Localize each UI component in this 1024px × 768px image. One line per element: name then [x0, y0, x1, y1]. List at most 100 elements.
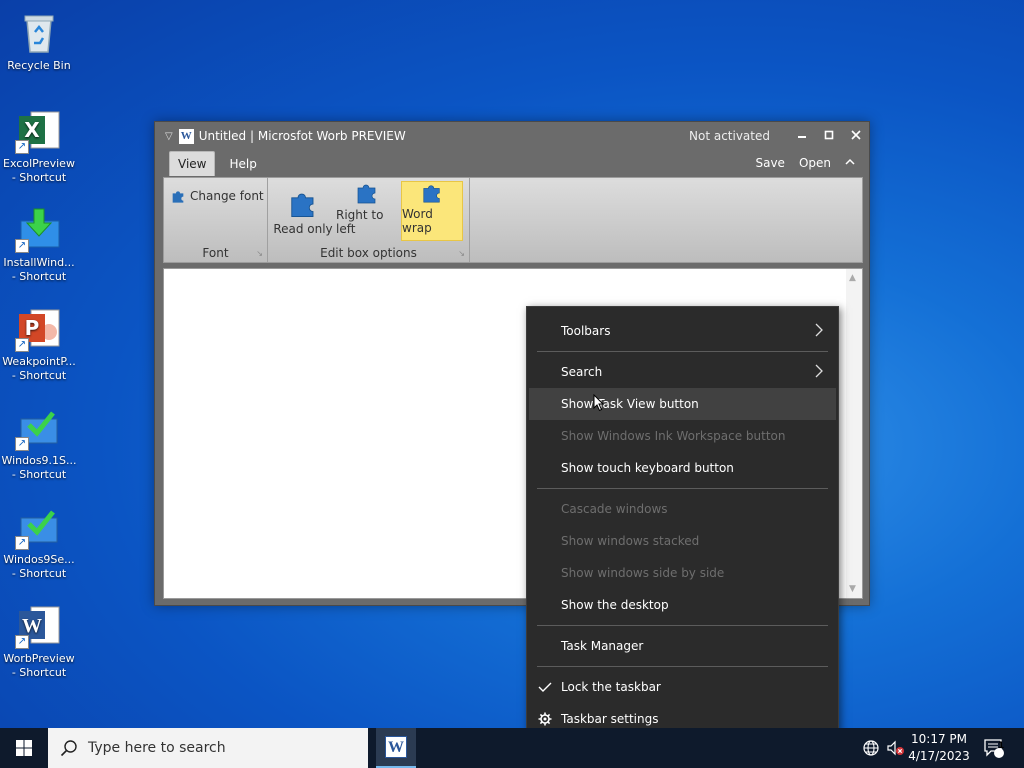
taskbar-app-worb[interactable]: W: [376, 728, 416, 768]
puzzle-icon: [357, 184, 376, 204]
dialog-launcher-icon[interactable]: ↘: [256, 249, 263, 258]
maximize-icon: [824, 130, 833, 140]
change-font-label: Change font: [190, 189, 264, 203]
gear-icon: [538, 712, 552, 726]
read-only-label: Read only: [273, 222, 333, 236]
activation-status: Not activated: [689, 129, 770, 143]
clock-date: 4/17/2023: [908, 749, 970, 763]
font-group: Change font Font ↘: [164, 178, 268, 262]
minimize-button[interactable]: [788, 129, 815, 143]
desktop-icon-sublabel: - Shortcut: [11, 270, 67, 283]
desktop-icon-sublabel: - Shortcut: [11, 468, 67, 481]
menu-separator: [537, 625, 828, 626]
menu-item-show-task-view-button[interactable]: Show Task View button: [529, 388, 836, 420]
collapse-ribbon-icon[interactable]: [845, 156, 855, 170]
word-wrap-button[interactable]: Word wrap: [401, 181, 463, 241]
search-placeholder: Type here to search: [88, 740, 226, 756]
excel-icon: X ↗: [15, 106, 63, 154]
close-icon: [850, 130, 861, 140]
taskbar-context-menu: Toolbars Search Show Task View button Sh…: [526, 306, 839, 744]
menu-item-cascade-windows: Cascade windows: [561, 502, 668, 516]
action-center-button[interactable]: 1: [983, 728, 1005, 768]
shortcut-arrow-icon: ↗: [15, 338, 29, 352]
scroll-down-icon[interactable]: ▼: [849, 584, 856, 594]
search-icon: [60, 740, 77, 757]
ribbon-panel: Change font Font ↘ Read only Right to le…: [163, 177, 863, 263]
desktop-icon-label: WeakpointP...: [2, 355, 76, 368]
taskbar-search-box[interactable]: Type here to search: [48, 728, 368, 768]
desktop-icon-label: Windos9.1S...: [1, 454, 77, 467]
menu-item-task-manager[interactable]: Task Manager: [529, 630, 836, 662]
desktop-icon-sublabel: - Shortcut: [11, 567, 67, 580]
desktop-icon-recycle-bin[interactable]: Recycle Bin: [0, 8, 78, 73]
notification-count: 1: [997, 741, 1005, 751]
menu-separator: [537, 666, 828, 667]
scroll-up-icon[interactable]: ▲: [849, 273, 856, 283]
quick-access-dropdown-icon[interactable]: ▽: [165, 131, 173, 142]
desktop-icon-installwind[interactable]: ↗ InstallWind... - Shortcut: [0, 205, 78, 284]
font-group-label: Font: [202, 246, 229, 260]
taskbar-clock[interactable]: 10:17 PM 4/17/2023: [904, 731, 974, 765]
svg-text:X: X: [24, 118, 40, 142]
save-link[interactable]: Save: [755, 156, 784, 170]
setup-monitor-icon: ↗: [15, 502, 63, 550]
word-app-icon: W: [178, 128, 194, 144]
menu-separator: [537, 351, 828, 352]
menu-item-lock-the-taskbar[interactable]: Lock the taskbar: [529, 671, 836, 703]
close-button[interactable]: [842, 129, 869, 143]
desktop-icon-label: ExcolPreview: [3, 157, 75, 170]
desktop-icon-excolpreview[interactable]: X ↗ ExcolPreview - Shortcut: [0, 106, 78, 185]
desktop-icon-label: Recycle Bin: [7, 59, 71, 72]
window-title: Untitled | Microsfot Worb PREVIEW: [198, 129, 406, 143]
chevron-right-icon: [815, 364, 823, 378]
taskbar[interactable]: Type here to search W 10:17 PM 4/17/2023…: [0, 728, 1024, 768]
word-icon: W ↗: [15, 601, 63, 649]
open-link[interactable]: Open: [799, 156, 831, 170]
desktop-icon-sublabel: - Shortcut: [11, 666, 67, 679]
dialog-launcher-icon[interactable]: ↘: [458, 249, 465, 258]
puzzle-icon: [291, 193, 314, 217]
desktop-icon-sublabel: - Shortcut: [11, 369, 67, 382]
start-button[interactable]: [0, 728, 48, 768]
desktop-icon-sublabel: - Shortcut: [11, 171, 67, 184]
title-bar[interactable]: ▽ W Untitled | Microsfot Worb PREVIEW No…: [155, 122, 869, 150]
puzzle-icon: [423, 185, 440, 203]
tab-help[interactable]: Help: [221, 152, 264, 176]
desktop-icon-weakpoint[interactable]: P ↗ WeakpointP... - Shortcut: [0, 304, 78, 383]
read-only-button[interactable]: Read only: [272, 181, 334, 241]
desktop-icon-windos91s[interactable]: ↗ Windos9.1S... - Shortcut: [0, 403, 78, 482]
shortcut-arrow-icon: ↗: [15, 239, 29, 253]
recycle-bin-icon: [15, 8, 63, 56]
word-app-icon: W: [385, 736, 407, 758]
mouse-cursor-icon: [593, 394, 605, 412]
menu-item-show-windows-stacked: Show windows stacked: [561, 534, 700, 548]
right-to-left-button[interactable]: Right to left: [336, 181, 398, 241]
maximize-button[interactable]: [815, 129, 842, 143]
checkmark-icon: [538, 682, 552, 692]
ribbon-right-actions: Save Open: [755, 156, 855, 170]
shortcut-arrow-icon: ↗: [15, 635, 29, 649]
desktop-icon-windos9se[interactable]: ↗ Windos9Se... - Shortcut: [0, 502, 78, 581]
windows-logo-icon: [16, 740, 32, 756]
change-font-button[interactable]: Change font: [170, 188, 264, 204]
volume-muted-icon[interactable]: [886, 728, 906, 768]
network-icon[interactable]: [862, 728, 880, 768]
menu-item-search[interactable]: Search: [529, 356, 836, 388]
svg-text:P: P: [25, 316, 40, 340]
menu-item-show-touch-keyboard-button[interactable]: Show touch keyboard button: [529, 452, 836, 484]
menu-item-toolbars[interactable]: Toolbars: [529, 315, 836, 347]
vertical-scrollbar[interactable]: ▲ ▼: [846, 269, 862, 598]
right-to-left-label: Right to left: [336, 208, 384, 236]
menu-item-show-windows-side-by-side: Show windows side by side: [561, 566, 725, 580]
svg-text:W: W: [22, 615, 42, 637]
clock-time: 10:17 PM: [911, 732, 967, 746]
ribbon-tabs: View Help Save Open: [155, 150, 869, 176]
desktop-icon-worbpreview[interactable]: W ↗ WorbPreview - Shortcut: [0, 601, 78, 680]
shortcut-arrow-icon: ↗: [15, 140, 29, 154]
edit-group-label: Edit box options: [320, 246, 417, 260]
desktop-icon-label: InstallWind...: [3, 256, 75, 269]
menu-item-show-the-desktop[interactable]: Show the desktop: [529, 589, 836, 621]
menu-item-show-windows-ink-workspace-button: Show Windows Ink Workspace button: [561, 429, 786, 443]
desktop-icon-label: WorbPreview: [3, 652, 75, 665]
tab-view[interactable]: View: [169, 151, 216, 176]
